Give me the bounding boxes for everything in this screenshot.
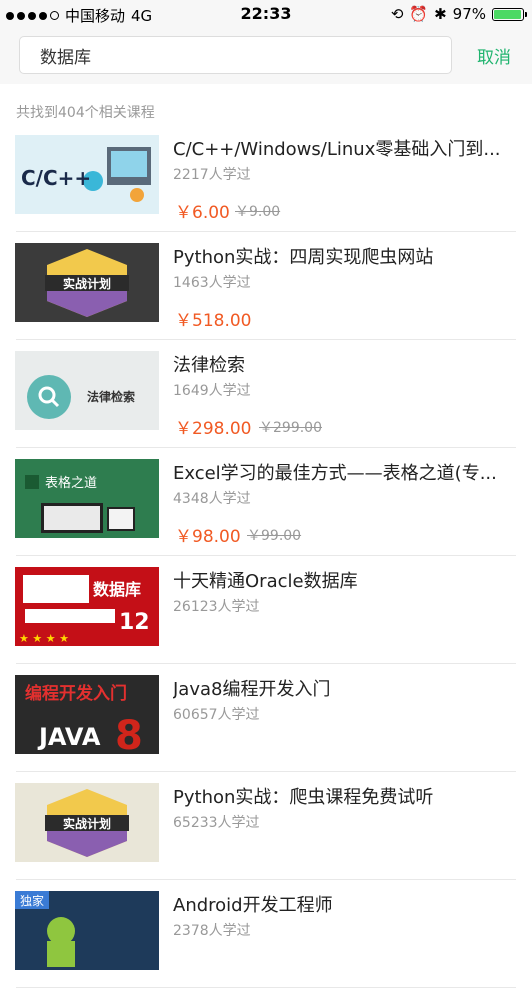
search-input[interactable]: 数据库 bbox=[19, 36, 452, 74]
course-title: Java8编程开发入门 bbox=[173, 679, 331, 700]
thumb-label: 独家 bbox=[20, 893, 44, 908]
course-item[interactable]: 实战计划 Python实战：爬虫课程免费试听 65233人学过 bbox=[0, 772, 532, 880]
course-item[interactable]: 表格之道 Excel学习的最佳方式——表格之道(专... 4348人学过 ￥98… bbox=[0, 448, 532, 556]
cancel-button[interactable]: 取消 bbox=[477, 43, 511, 68]
rotation-lock-icon: ⟲ bbox=[390, 5, 404, 23]
course-learners: 60657人学过 bbox=[173, 707, 260, 723]
course-item[interactable]: 编程开发入门 JAVA 8 Java8编程开发入门 60657人学过 bbox=[0, 664, 532, 772]
course-list: C/C++ C/C++/Windows/Linux零基础入门到... 2217人… bbox=[0, 124, 532, 988]
course-learners: 4348人学过 bbox=[173, 491, 251, 507]
course-title: 法律检索 bbox=[173, 355, 245, 376]
thumb-label: 法律检索 bbox=[87, 389, 135, 404]
course-learners: 2217人学过 bbox=[173, 167, 251, 183]
course-item[interactable]: 数据库 12 ★ ★ ★ ★ 十天精通Oracle数据库 26123人学过 bbox=[0, 556, 532, 664]
course-title: Android开发工程师 bbox=[173, 895, 333, 916]
course-thumbnail: 实战计划 bbox=[15, 783, 159, 862]
course-thumbnail: C/C++ bbox=[15, 135, 159, 214]
battery-icon bbox=[492, 7, 527, 21]
svg-text:8: 8 bbox=[115, 713, 143, 754]
course-learners: 1649人学过 bbox=[173, 383, 251, 399]
course-learners: 2378人学过 bbox=[173, 923, 251, 939]
course-thumbnail: 编程开发入门 JAVA 8 bbox=[15, 675, 159, 754]
bluetooth-icon: ✱ bbox=[434, 5, 447, 23]
thumb-label: 实战计划 bbox=[63, 276, 111, 291]
course-learners: 65233人学过 bbox=[173, 815, 260, 831]
thumb-label: 数据库 bbox=[93, 580, 141, 599]
search-bar: 数据库 取消 bbox=[0, 28, 532, 84]
result-count: 共找到404个相关课程 bbox=[16, 105, 155, 121]
course-thumbnail: 数据库 12 ★ ★ ★ ★ bbox=[15, 567, 159, 646]
svg-text:12: 12 bbox=[119, 610, 150, 635]
course-item[interactable]: 实战计划 Python实战：四周实现爬虫网站 1463人学过 ￥518.00 bbox=[0, 232, 532, 340]
course-item[interactable]: 法律检索 法律检索 1649人学过 ￥298.00 ￥299.00 bbox=[0, 340, 532, 448]
course-title: 十天精通Oracle数据库 bbox=[173, 571, 358, 592]
alarm-icon: ⏰ bbox=[409, 5, 429, 23]
course-thumbnail: 表格之道 bbox=[15, 459, 159, 538]
thumb-label: 表格之道 bbox=[45, 475, 97, 491]
svg-text:JAVA: JAVA bbox=[37, 723, 101, 751]
thumb-label: 实战计划 bbox=[63, 816, 111, 831]
course-original-price: ￥299.00 bbox=[259, 420, 322, 436]
course-original-price: ￥9.00 bbox=[235, 204, 281, 220]
course-learners: 1463人学过 bbox=[173, 275, 251, 291]
course-price: ￥298.00 bbox=[175, 419, 252, 439]
course-title: Python实战：爬虫课程免费试听 bbox=[173, 787, 434, 808]
course-original-price: ￥99.00 bbox=[247, 528, 302, 544]
course-price: ￥98.00 bbox=[175, 527, 241, 547]
course-price: ￥6.00 bbox=[175, 203, 230, 223]
thumb-label: 编程开发入门 bbox=[25, 683, 127, 704]
svg-text:★ ★ ★ ★: ★ ★ ★ ★ bbox=[19, 632, 69, 645]
course-title: Python实战：四周实现爬虫网站 bbox=[173, 247, 434, 268]
course-title: C/C++/Windows/Linux零基础入门到... bbox=[173, 139, 501, 160]
status-right: ⟲ ⏰ ✱ 97% bbox=[390, 5, 527, 23]
course-item[interactable]: C/C++ C/C++/Windows/Linux零基础入门到... 2217人… bbox=[0, 124, 532, 232]
course-title: Excel学习的最佳方式——表格之道(专... bbox=[173, 463, 497, 484]
course-item[interactable]: 独家 Android开发工程师 2378人学过 bbox=[0, 880, 532, 988]
course-learners: 26123人学过 bbox=[173, 599, 260, 615]
battery-percent: 97% bbox=[452, 5, 486, 23]
thumb-label: C/C++ bbox=[21, 166, 91, 190]
course-thumbnail: 独家 bbox=[15, 891, 159, 970]
status-bar: 中国移动 4G 22:33 ⟲ ⏰ ✱ 97% bbox=[0, 0, 532, 28]
course-thumbnail: 实战计划 bbox=[15, 243, 159, 322]
course-thumbnail: 法律检索 bbox=[15, 351, 159, 430]
course-price: ￥518.00 bbox=[175, 311, 252, 331]
